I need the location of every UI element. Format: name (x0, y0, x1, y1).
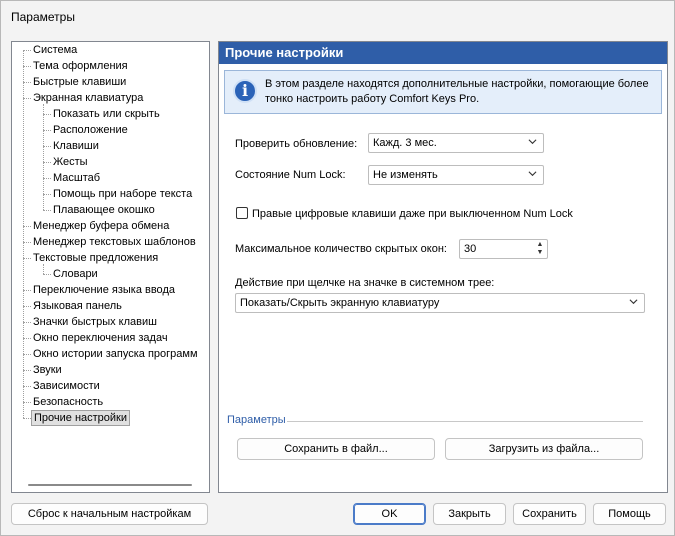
info-box: i В этом разделе находятся дополнительны… (224, 70, 662, 114)
max-hidden-spinner[interactable]: 30 ▲ ▼ (459, 239, 548, 259)
tree-item[interactable]: Менеджер буфера обмена (31, 218, 171, 234)
info-icon: i (233, 79, 257, 103)
spinner-arrows: ▲ ▼ (534, 241, 546, 257)
tray-action-value: Показать/Скрыть экранную клавиатуру (240, 297, 440, 309)
info-text: В этом разделе находятся дополнительные … (265, 78, 649, 105)
panel-title: Прочие настройки (219, 42, 667, 64)
numpad-checkbox[interactable] (236, 207, 248, 219)
tree-horizontal-scrollbar[interactable] (28, 484, 192, 486)
max-hidden-label: Максимальное количество скрытых окон: (235, 243, 447, 255)
numlock-value: Не изменять (373, 169, 438, 181)
tree-item[interactable]: Показать или скрыть (51, 106, 162, 122)
tree-branch-line (43, 210, 51, 211)
tree-item[interactable]: Безопасность (31, 394, 105, 410)
tree-branch-line (23, 242, 31, 243)
title-bar[interactable]: Параметры (1, 1, 674, 33)
tree-item[interactable]: Окно истории запуска программ (31, 346, 200, 362)
tree-item[interactable]: Масштаб (51, 170, 102, 186)
tree-item[interactable]: Жесты (51, 154, 90, 170)
tree-item[interactable]: Прочие настройки (31, 410, 131, 426)
file-group-label: Параметры (227, 414, 286, 426)
tree-branch-line (43, 274, 51, 275)
tree-branch-line (23, 322, 31, 323)
tree-item[interactable]: Текстовые предложения (31, 250, 160, 266)
tray-action-select[interactable]: Показать/Скрыть экранную клавиатуру (235, 293, 645, 313)
tree-item[interactable]: Языковая панель (31, 298, 124, 314)
tree-item[interactable]: Система (31, 42, 79, 58)
tree-branch-line (23, 98, 31, 99)
numlock-select[interactable]: Не изменять (368, 165, 544, 185)
settings-tree[interactable]: Система Тема оформления Быстрые клавиши Экр… (11, 41, 210, 493)
tree-branch-line (23, 258, 31, 259)
tree-item[interactable]: Значки быстрых клавиш (31, 314, 159, 330)
spinner-down-icon[interactable]: ▼ (534, 249, 546, 257)
ok-button[interactable]: OK (353, 503, 426, 525)
settings-panel: Прочие настройки i В этом разделе находя… (218, 41, 668, 493)
check-update-select[interactable]: Кажд. 3 мес. (368, 133, 544, 153)
tree-item[interactable]: Звуки (31, 362, 64, 378)
tree-item[interactable]: Расположение (51, 122, 130, 138)
tree-item[interactable]: Клавиши (51, 138, 101, 154)
tree-item[interactable]: Окно переключения задач (31, 330, 170, 346)
max-hidden-value: 30 (464, 243, 477, 255)
chevron-down-icon (528, 139, 537, 145)
tree-branch-line (43, 194, 51, 195)
tree-branch-line (43, 146, 51, 147)
tree-branch-line (23, 354, 31, 355)
tree-branch-line (23, 226, 31, 227)
chevron-down-icon (528, 171, 537, 177)
tree-item[interactable]: Зависимости (31, 378, 102, 394)
tree-branch-line (23, 370, 31, 371)
tree-branch-line (43, 178, 51, 179)
load-from-file-button[interactable]: Загрузить из файла... (445, 438, 643, 460)
tree-item[interactable]: Менеджер текстовых шаблонов (31, 234, 198, 250)
tree-branch-line (43, 162, 51, 163)
reset-defaults-button[interactable]: Сброс к начальным настройкам (11, 503, 208, 525)
save-to-file-button[interactable]: Сохранить в файл... (237, 438, 435, 460)
chevron-down-icon (629, 299, 638, 305)
tree-item[interactable]: Тема оформления (31, 58, 130, 74)
group-divider (287, 421, 643, 422)
numpad-checkbox-label[interactable]: Правые цифровые клавиши даже при выключе… (252, 208, 573, 220)
tree-branch-line (23, 290, 31, 291)
tree-item[interactable]: Словари (51, 266, 100, 282)
tree-branch-line (23, 82, 31, 83)
tree-branch-line (23, 50, 31, 51)
tree-branch-line (23, 66, 31, 67)
tree-branch-line (43, 114, 51, 115)
close-button[interactable]: Закрыть (433, 503, 506, 525)
spinner-up-icon[interactable]: ▲ (534, 241, 546, 249)
tray-action-label: Действие при щелчке на значке в системно… (235, 277, 495, 289)
tree-branch-line (23, 402, 31, 403)
settings-window: Параметры Система Тема оформления Быстрые … (0, 0, 675, 536)
check-update-label: Проверить обновление: (235, 138, 358, 150)
tree-branch-line (23, 386, 31, 387)
check-update-value: Кажд. 3 мес. (373, 137, 437, 149)
tree-branch-line (23, 306, 31, 307)
tree-branch-line (23, 338, 31, 339)
numlock-label: Состояние Num Lock: (235, 169, 346, 181)
window-title: Параметры (11, 10, 75, 24)
tree-connector-line (23, 50, 24, 418)
tree-branch-line (43, 130, 51, 131)
save-button[interactable]: Сохранить (513, 503, 586, 525)
tree-item[interactable]: Плавающее окошко (51, 202, 157, 218)
help-button[interactable]: Помощь (593, 503, 666, 525)
tree-branch-line (23, 418, 31, 419)
tree-item[interactable]: Переключение языка ввода (31, 282, 177, 298)
tree-item[interactable]: Экранная клавиатура (31, 90, 145, 106)
tree-item[interactable]: Помощь при наборе текста (51, 186, 194, 202)
tree-item[interactable]: Быстрые клавиши (31, 74, 128, 90)
